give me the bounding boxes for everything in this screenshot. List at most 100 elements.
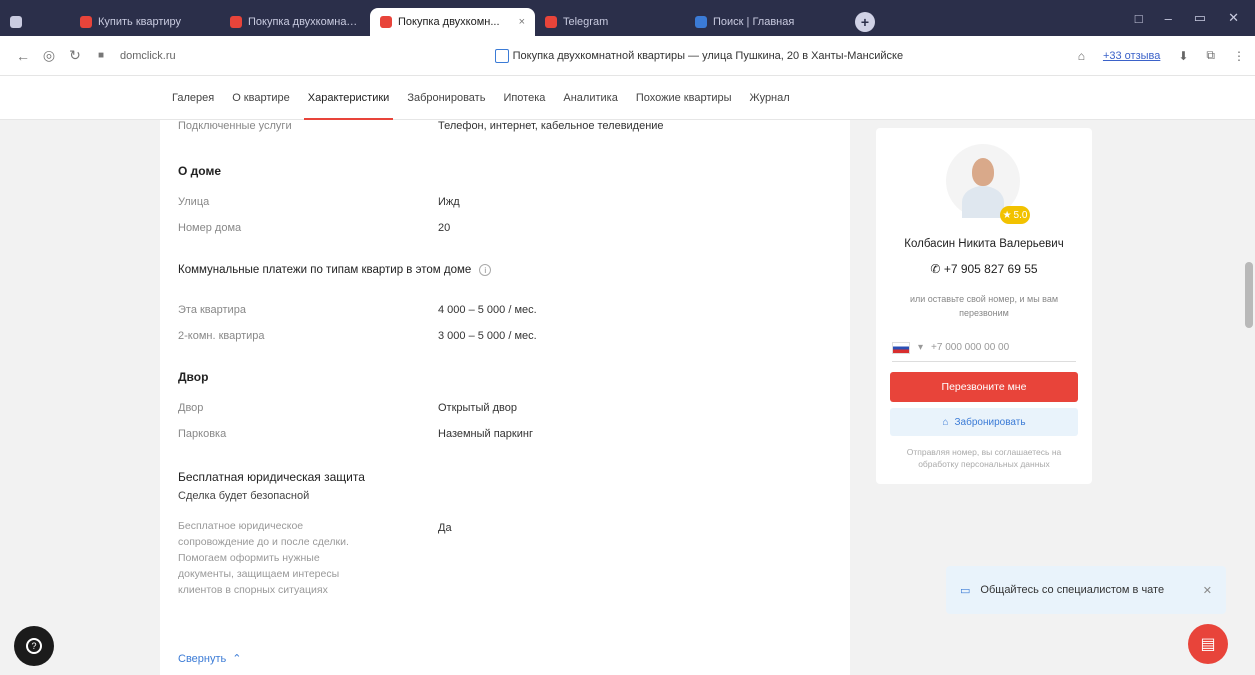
chevron-down-icon[interactable]: ▾ xyxy=(918,342,923,353)
site-nav-item[interactable]: О квартире xyxy=(232,76,290,120)
avatar-face xyxy=(972,158,994,186)
history-icon[interactable]: ◎ xyxy=(36,47,62,64)
browser-tab[interactable]: Покупка двухкомнатной xyxy=(220,8,370,36)
browser-tab[interactable]: Покупка двухкомн... × xyxy=(370,8,535,36)
utilities-section-title: Коммунальные платежи по типам квартир в … xyxy=(178,264,492,276)
row-label: Номер дома xyxy=(178,222,242,234)
site-nav: Галерея О квартире Характеристики Заброниро… xyxy=(0,76,1255,120)
lock-icon: ■ xyxy=(97,50,105,61)
reload-icon[interactable]: ↻ xyxy=(62,47,88,64)
new-tab-icon[interactable]: + xyxy=(855,12,875,32)
info-icon[interactable]: i xyxy=(479,264,492,276)
browser-tab-strip: Купить квартиру Покупка двухкомнатной Поку… xyxy=(0,0,1255,36)
phone-placeholder: +7 000 000 00 00 xyxy=(931,342,1010,353)
browser-menu[interactable] xyxy=(0,8,70,36)
agent-note: или оставьте свой номер, и мы вам перезв… xyxy=(909,294,1059,318)
callback-button[interactable]: Перезвоните мне xyxy=(890,372,1078,402)
tab-favicon-icon xyxy=(380,16,392,28)
lock-icon: ⌂ xyxy=(942,416,949,428)
url-field[interactable]: domclick.ru xyxy=(120,50,320,62)
favorite-button[interactable]: ⌂ Забронировать xyxy=(890,408,1078,436)
row-label: Подключенные услуги xyxy=(178,120,292,132)
tab-favicon-icon xyxy=(695,16,707,28)
russia-flag-icon[interactable] xyxy=(892,341,910,354)
property-characteristics: Подключенные услуги Телефон, интернет, к… xyxy=(160,120,850,675)
house-row: Номер дома 20 xyxy=(178,222,450,234)
scrollbar-thumb[interactable] xyxy=(1245,262,1253,328)
tab-label: Покупка двухкомнатной xyxy=(248,16,360,28)
row-label: Двор xyxy=(178,402,204,414)
row-value: Наземный паркинг xyxy=(438,428,533,440)
site-nav-item[interactable]: Галерея xyxy=(172,76,214,120)
consent-text: Отправляя номер, вы соглашаетесь на обра… xyxy=(906,447,1062,469)
agent-phone[interactable]: ✆ +7 905 827 69 55 xyxy=(876,262,1092,276)
tab-label: Telegram xyxy=(563,16,609,28)
favorite-label: Забронировать xyxy=(954,416,1026,428)
yard-row: Двор Открытый двор xyxy=(178,402,517,414)
agent-card: ★ 5.0 Колбасин Никита Валерьевич ✆ +7 90… xyxy=(876,128,1092,484)
close-tab-icon[interactable]: × xyxy=(519,16,525,28)
chevron-up-icon: ⌃ xyxy=(232,653,242,665)
site-nav-item[interactable]: Похожие квартиры xyxy=(636,76,732,120)
chat-button[interactable]: ▤ xyxy=(1188,624,1228,664)
site-nav-item[interactable]: Журнал xyxy=(750,76,790,120)
browser-tab[interactable]: Купить квартиру xyxy=(70,8,220,36)
agent-phone-number: +7 905 827 69 55 xyxy=(943,262,1038,276)
yard-row: Парковка Наземный паркинг xyxy=(178,428,533,440)
browser-tab[interactable]: Telegram xyxy=(535,8,685,36)
scrollbar[interactable] xyxy=(1243,120,1255,675)
tab-favicon-icon xyxy=(545,16,557,28)
tab-label: Купить квартиру xyxy=(98,16,182,28)
document-icon xyxy=(494,48,509,63)
help-icon: ? xyxy=(26,638,42,654)
site-nav-item[interactable]: Характеристики xyxy=(303,76,393,120)
page-title-bar: Покупка двухкомнатной квартиры — улица П… xyxy=(320,48,1078,63)
site-nav-item[interactable]: Ипотека xyxy=(503,76,545,120)
browser-tab[interactable]: Поиск | Главная xyxy=(685,8,845,36)
chat-popup-label: Общайтесь со специалистом в чате xyxy=(980,584,1165,596)
legal-section-title: Бесплатная юридическая защита xyxy=(178,470,365,484)
bookmark-icon[interactable]: ⌂ xyxy=(1078,49,1085,63)
row-value: 20 xyxy=(438,222,451,234)
site-nav-item[interactable]: Забронировать xyxy=(407,76,485,120)
tab-favicon-icon xyxy=(230,16,242,28)
close-window-icon[interactable]: ✕ xyxy=(1228,10,1239,26)
utilities-title-text: Коммунальные платежи по типам квартир в … xyxy=(178,264,472,276)
app-icon xyxy=(10,16,22,28)
services-row: Подключенные услуги Телефон, интернет, к… xyxy=(178,120,664,132)
row-value: Открытый двор xyxy=(438,402,517,414)
tab-label: Поиск | Главная xyxy=(713,16,795,28)
tab-label: Покупка двухкомн... xyxy=(398,16,500,28)
window-controls: □ – ▭ ✕ xyxy=(1135,0,1255,36)
phone-input[interactable]: ▾ +7 000 000 00 00 xyxy=(892,334,1076,362)
reviews-link[interactable]: +33 отзыва xyxy=(1103,50,1160,62)
row-value: Ижд xyxy=(438,196,460,208)
address-bar: ← ◎ ↻ ■ domclick.ru Покупка двухкомнатно… xyxy=(0,36,1255,76)
chat-popup[interactable]: ▭ Общайтесь со специалистом в чате ✕ xyxy=(946,566,1226,614)
site-nav-item[interactable]: Аналитика xyxy=(563,76,617,120)
row-value: 4 000 – 5 000 / мес. xyxy=(438,304,537,316)
legal-subtitle: Сделка будет безопасной xyxy=(178,490,310,502)
extensions-icon[interactable]: ⧉ xyxy=(1206,48,1215,63)
help-button[interactable]: ? xyxy=(14,626,54,666)
maximize-icon[interactable]: ▭ xyxy=(1194,10,1206,26)
avatar-shirt xyxy=(962,186,1004,218)
restore-icon[interactable]: □ xyxy=(1135,11,1143,26)
yard-section-title: Двор xyxy=(178,370,209,384)
collapse-link[interactable]: Свернуть ⌃ xyxy=(178,652,242,666)
back-icon[interactable]: ← xyxy=(10,48,36,64)
utilities-row: 2-комн. квартира 3 000 – 5 000 / мес. xyxy=(178,330,537,342)
minimize-icon[interactable]: – xyxy=(1165,11,1172,26)
close-icon[interactable]: ✕ xyxy=(1203,584,1212,597)
row-label: Улица xyxy=(178,196,210,208)
chat-icon: ▭ xyxy=(960,584,971,597)
chat-bubble-icon: ▤ xyxy=(1200,636,1216,653)
star-icon: ★ xyxy=(1002,209,1012,221)
row-value: Телефон, интернет, кабельное телевидение xyxy=(438,120,664,132)
menu-icon[interactable]: ⋮ xyxy=(1233,49,1245,63)
rating-badge: ★ 5.0 xyxy=(1000,206,1030,224)
house-row: Улица Ижд xyxy=(178,196,460,208)
download-icon[interactable]: ⬇ xyxy=(1178,49,1188,63)
row-label: Парковка xyxy=(178,428,227,440)
collapse-label: Свернуть xyxy=(178,652,227,665)
